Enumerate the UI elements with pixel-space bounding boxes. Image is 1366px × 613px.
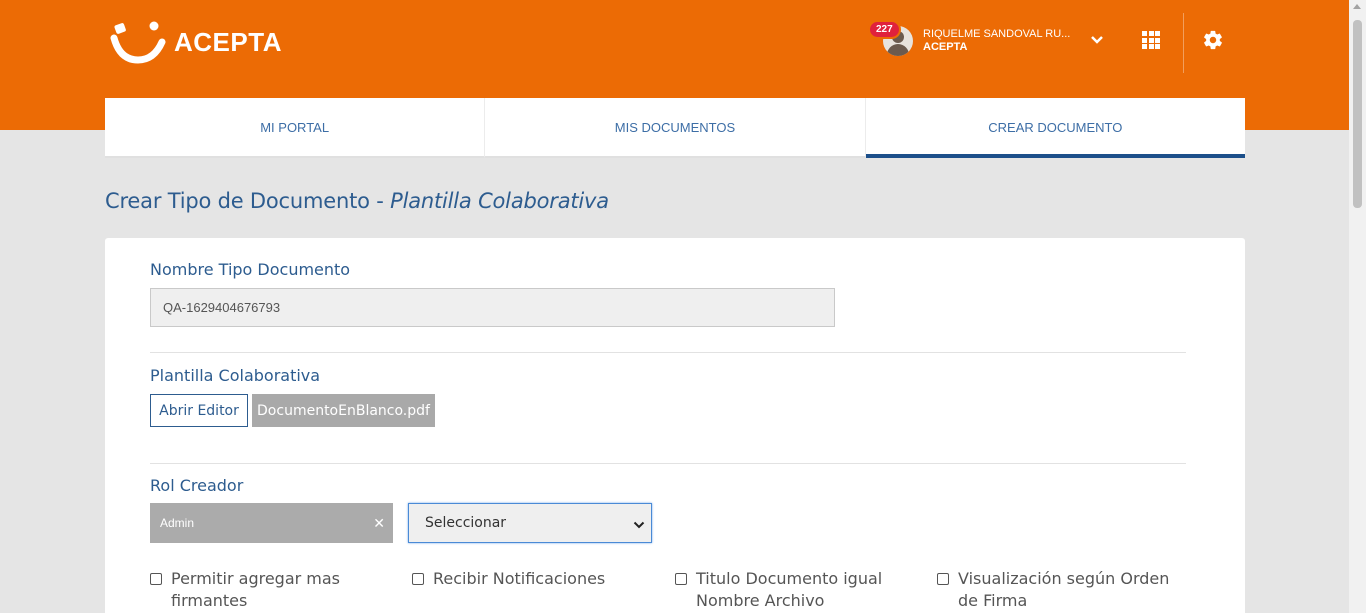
divider bbox=[150, 463, 1186, 464]
chevron-down-icon[interactable] bbox=[1090, 32, 1104, 50]
checkbox-notifications[interactable]: Recibir Notificaciones bbox=[412, 568, 662, 590]
main-tabs: MI PORTAL MIS DOCUMENTOS CREAR DOCUMENTO bbox=[105, 98, 1245, 158]
page-title-main: Crear Tipo de Documento - bbox=[105, 189, 391, 213]
user-menu[interactable]: 227 RIQUELME SANDOVAL RU... ACEPTA bbox=[868, 18, 1070, 56]
close-icon[interactable]: ✕ bbox=[373, 515, 385, 532]
checkbox[interactable] bbox=[675, 573, 687, 585]
checkbox-label: Titulo Documento igual Nombre Archivo bbox=[696, 569, 883, 610]
role-select-value: Seleccionar bbox=[425, 515, 507, 531]
checkbox[interactable] bbox=[412, 573, 424, 585]
checkbox-label: Visualización según Orden de Firma bbox=[958, 569, 1170, 610]
scrollbar[interactable] bbox=[1349, 0, 1366, 613]
user-org: ACEPTA bbox=[923, 41, 968, 53]
user-name: RIQUELME SANDOVAL RU... bbox=[923, 28, 1071, 40]
role-tag: Admin ✕ bbox=[150, 503, 393, 543]
gear-icon[interactable] bbox=[1202, 29, 1224, 56]
checkbox-label: Permitir agregar mas firmantes bbox=[171, 569, 341, 610]
notification-badge[interactable]: 227 bbox=[868, 20, 901, 39]
doc-type-label: Nombre Tipo Documento bbox=[150, 260, 351, 279]
tab-crear-documento[interactable]: CREAR DOCUMENTO bbox=[865, 98, 1245, 158]
logo-smile-icon bbox=[110, 18, 166, 64]
checkbox[interactable] bbox=[150, 573, 162, 585]
chevron-down-icon bbox=[633, 518, 645, 534]
doc-type-input[interactable]: QA-1629404676793 bbox=[150, 288, 835, 327]
logo-text: ACEPTA bbox=[174, 26, 282, 57]
acepta-logo[interactable]: ACEPTA bbox=[110, 18, 282, 64]
tab-mi-portal[interactable]: MI PORTAL bbox=[105, 98, 486, 158]
file-name-button[interactable]: DocumentoEnBlanco.pdf bbox=[252, 394, 435, 427]
checkbox-title-equals-filename[interactable]: Titulo Documento igual Nombre Archivo bbox=[675, 568, 885, 612]
checkbox-signature-order[interactable]: Visualización según Orden de Firma bbox=[937, 568, 1187, 612]
page-title-italic: Plantilla Colaborativa bbox=[390, 189, 609, 213]
form-card: Nombre Tipo Documento QA-1629404676793 P… bbox=[105, 238, 1245, 613]
checkbox[interactable] bbox=[937, 573, 949, 585]
template-label: Plantilla Colaborativa bbox=[150, 366, 321, 385]
scroll-thumb[interactable] bbox=[1353, 20, 1362, 208]
checkbox-label: Recibir Notificaciones bbox=[433, 569, 606, 588]
header-divider bbox=[1183, 13, 1184, 73]
page-title: Crear Tipo de Documento - Plantilla Cola… bbox=[105, 189, 609, 213]
creator-role-label: Rol Creador bbox=[150, 476, 244, 495]
role-tag-label: Admin bbox=[160, 516, 195, 530]
divider bbox=[150, 352, 1186, 353]
role-select[interactable]: Seleccionar bbox=[408, 503, 652, 543]
scroll-up-icon[interactable] bbox=[1353, 4, 1361, 9]
checkbox-add-signers[interactable]: Permitir agregar mas firmantes bbox=[150, 568, 410, 612]
open-editor-button[interactable]: Abrir Editor bbox=[150, 394, 248, 427]
apps-grid-icon[interactable] bbox=[1142, 31, 1160, 49]
tab-mis-documentos[interactable]: MIS DOCUMENTOS bbox=[485, 98, 866, 158]
